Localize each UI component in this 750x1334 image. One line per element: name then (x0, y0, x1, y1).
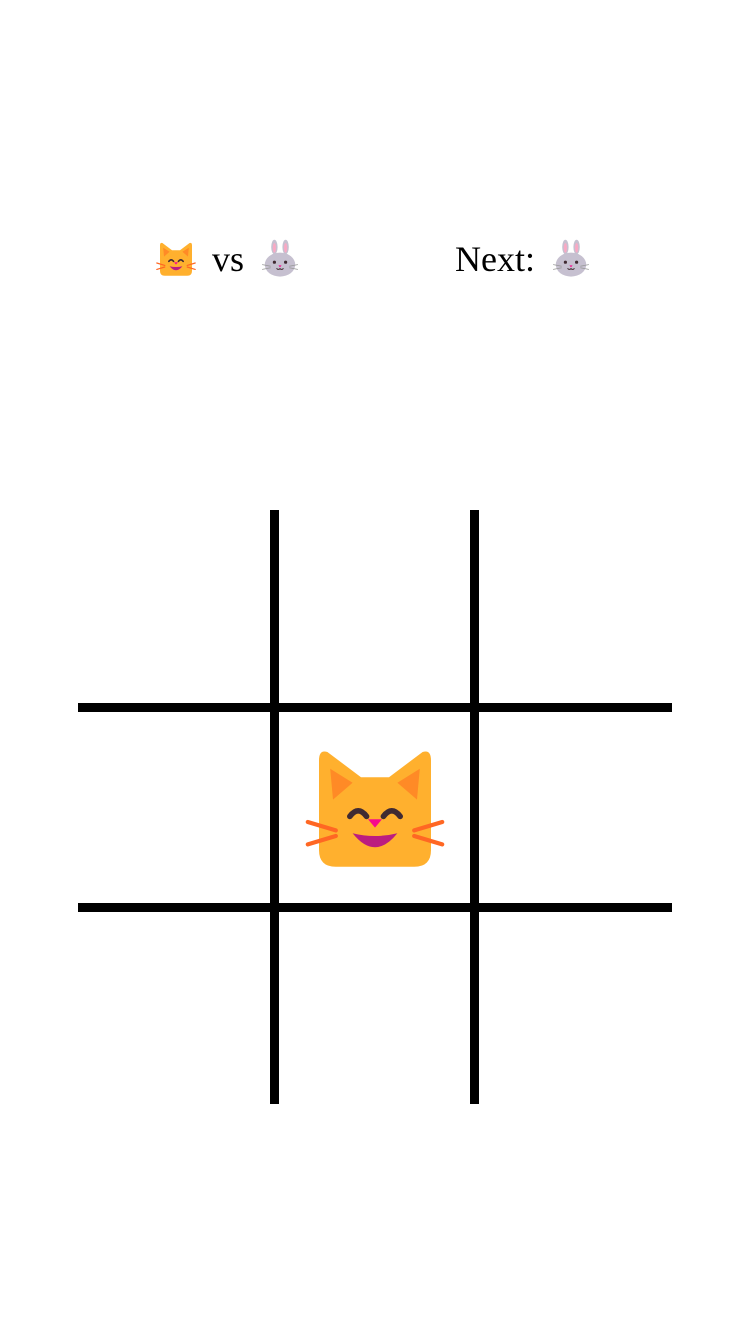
vs-label: vs (212, 239, 245, 279)
board-cell[interactable] (279, 712, 471, 904)
matchup: vs (156, 232, 300, 286)
game-board (78, 510, 672, 1104)
board-cell[interactable] (78, 510, 270, 702)
board-cell[interactable] (279, 912, 471, 1104)
next-turn-indicator: Next: (455, 232, 591, 286)
rabbit-face-icon (260, 239, 300, 279)
game-header: vs Next: (0, 232, 750, 286)
grid-line-horizontal (78, 903, 672, 912)
board-cell[interactable] (479, 712, 671, 904)
board-cell[interactable] (78, 912, 270, 1104)
grinning-cat-icon (156, 239, 196, 279)
rabbit-face-icon (551, 239, 591, 279)
grinning-cat-icon (305, 738, 445, 878)
board-cell[interactable] (78, 712, 270, 904)
board-cell[interactable] (479, 510, 671, 702)
board-cell[interactable] (479, 912, 671, 1104)
grid-line-vertical (270, 510, 279, 1104)
next-label: Next: (455, 239, 535, 279)
board-cell[interactable] (279, 510, 471, 702)
grid-line-horizontal (78, 703, 672, 712)
grid-line-vertical (470, 510, 479, 1104)
